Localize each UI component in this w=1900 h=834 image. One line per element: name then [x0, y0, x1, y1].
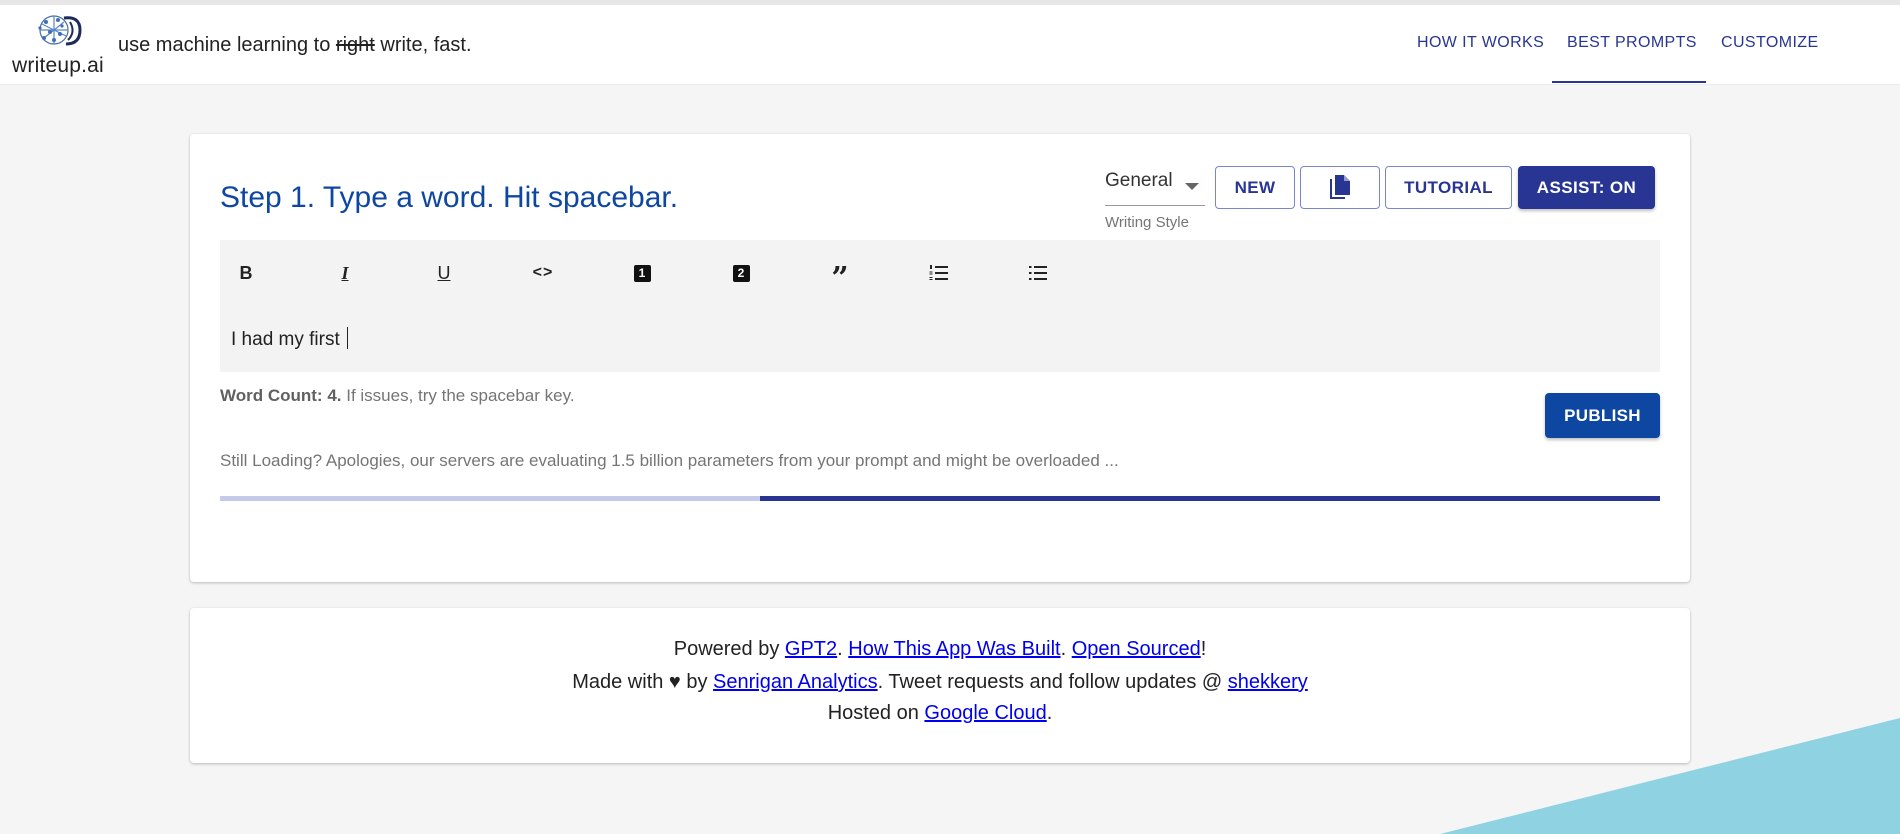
italic-icon: I: [341, 262, 349, 283]
word-count-label: Word Count: 4.: [220, 386, 342, 405]
heading-two-button[interactable]: 2: [728, 260, 754, 286]
text-cursor: [347, 327, 349, 349]
underline-button[interactable]: U: [431, 260, 457, 286]
word-count-hint: If issues, try the spacebar key.: [341, 386, 575, 405]
footer-text: Made with ♥ by: [572, 671, 714, 693]
footer-text: Powered by: [673, 638, 785, 660]
brain-logo-icon: [38, 15, 82, 46]
app-header: writeup.ai use machine learning to right…: [0, 5, 1900, 84]
tagline-struck-word: right: [335, 34, 375, 56]
copy-button[interactable]: [1300, 166, 1380, 209]
bulleted-list-button[interactable]: [1025, 260, 1051, 286]
chevron-down-icon: [1185, 183, 1199, 190]
italic-button[interactable]: I: [332, 260, 358, 286]
assist-toggle-button[interactable]: ASSIST: ON: [1518, 166, 1655, 209]
gpt2-link[interactable]: GPT2: [785, 638, 837, 660]
editor-text: I had my first: [231, 329, 346, 350]
logo-text: writeup.ai: [12, 54, 104, 77]
footer-text: Hosted on: [827, 702, 925, 724]
footer-text: . Tweet requests and follow updates @: [877, 671, 1228, 693]
rich-text-editor[interactable]: B I U <> 1 2 ” I had my first: [220, 240, 1660, 372]
progress-bar-fill: [760, 496, 1660, 501]
publish-button[interactable]: PUBLISH: [1545, 393, 1660, 438]
loading-message: Still Loading? Apologies, our servers ar…: [220, 451, 1119, 470]
new-button[interactable]: NEW: [1215, 166, 1295, 209]
code-button[interactable]: <>: [530, 260, 556, 286]
nav-best-prompts[interactable]: BEST PROMPTS: [1567, 34, 1697, 52]
writing-style-value: General: [1105, 170, 1173, 191]
step-title: Step 1. Type a word. Hit spacebar.: [220, 181, 679, 214]
quote-icon: ”: [831, 261, 849, 296]
heading-one-button[interactable]: 1: [629, 260, 655, 286]
editor-content[interactable]: I had my first: [231, 327, 349, 351]
progress-bar: [220, 496, 1660, 501]
nav-customize[interactable]: CUSTOMIZE: [1721, 34, 1819, 52]
select-underline: [1105, 205, 1205, 206]
underline-icon: U: [437, 262, 451, 283]
bold-button[interactable]: B: [233, 260, 259, 286]
quote-button[interactable]: ”: [827, 260, 853, 294]
numbered-list-icon: [929, 265, 948, 280]
how-app-built-link[interactable]: How This App Was Built: [848, 638, 1060, 660]
open-sourced-link[interactable]: Open Sourced: [1072, 638, 1201, 660]
footer-hosted-on: Hosted on Google Cloud.: [190, 702, 1690, 725]
tagline: use machine learning to right write, fas…: [118, 34, 472, 57]
footer-card: Powered by GPT2. How This App Was Built.…: [190, 608, 1690, 763]
footer-made-with: Made with ♥ by Senrigan Analytics. Tweet…: [190, 671, 1690, 694]
heading-one-icon: 1: [633, 264, 651, 282]
google-cloud-link[interactable]: Google Cloud: [924, 702, 1046, 724]
copy-icon: [1330, 174, 1350, 199]
active-tab-indicator: [1552, 81, 1706, 83]
footer-text: .: [837, 638, 849, 660]
code-icon: <>: [532, 264, 554, 281]
numbered-list-button[interactable]: [926, 260, 952, 286]
footer-text: !: [1200, 638, 1207, 660]
tagline-after: write, fast.: [374, 34, 472, 56]
tagline-before: use machine learning to: [118, 34, 336, 56]
footer-powered-by: Powered by GPT2. How This App Was Built.…: [190, 638, 1690, 661]
bulleted-list-icon: [1029, 266, 1047, 280]
word-count: Word Count: 4. If issues, try the spaceb…: [220, 386, 575, 406]
editor-card: Step 1. Type a word. Hit spacebar. Gener…: [190, 134, 1690, 582]
writing-style-select[interactable]: General: [1105, 170, 1205, 206]
senrigan-analytics-link[interactable]: Senrigan Analytics: [713, 671, 878, 693]
heading-two-icon: 2: [732, 264, 750, 282]
footer-text: .: [1046, 702, 1053, 724]
nav-how-it-works[interactable]: HOW IT WORKS: [1417, 34, 1544, 52]
tutorial-button[interactable]: TUTORIAL: [1385, 166, 1512, 209]
logo[interactable]: writeup.ai: [8, 10, 108, 80]
footer-text: .: [1060, 638, 1072, 660]
bold-icon: B: [239, 262, 253, 283]
shekkery-link[interactable]: shekkery: [1228, 671, 1308, 693]
writing-style-helper: Writing Style: [1105, 214, 1189, 231]
